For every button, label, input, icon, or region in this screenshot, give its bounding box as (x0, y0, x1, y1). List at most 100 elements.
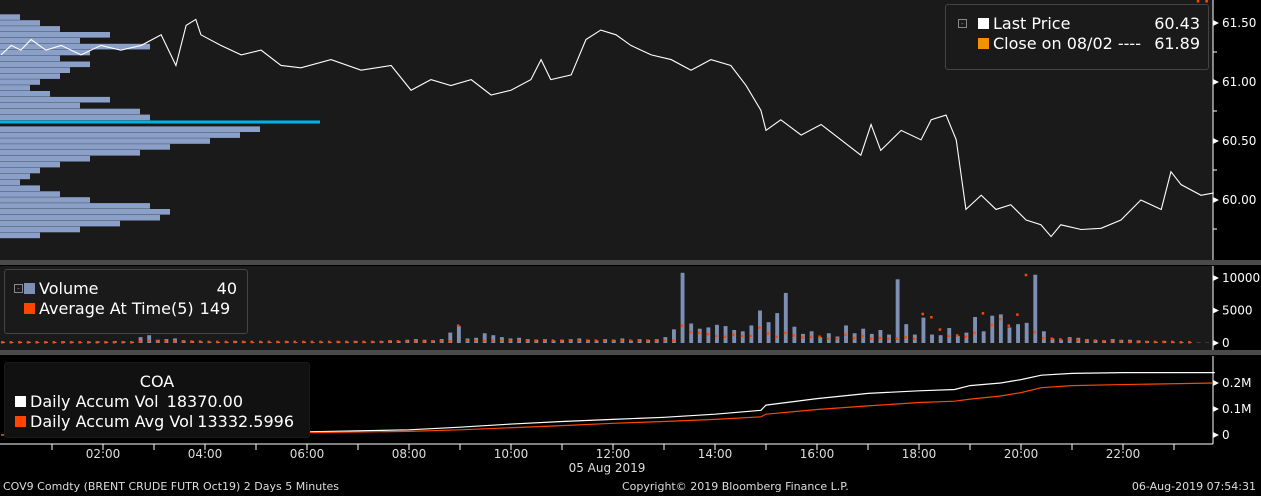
avg-at-time-dot (577, 339, 580, 342)
price-tick-label: 61.50 (1222, 16, 1256, 30)
volume-tick-label: 0 (1222, 336, 1230, 350)
last-price-value: 60.43 (1154, 13, 1200, 33)
avg-at-time-dot (1145, 340, 1148, 344)
avg-at-time-dot (302, 340, 305, 344)
avg-label: Average At Time(5) (39, 298, 194, 318)
avg-at-time-dot (155, 340, 159, 343)
avg-at-time-dot (69, 341, 73, 344)
volume-profile-bar (0, 214, 160, 221)
avg-at-time-dot (1196, 0, 1200, 3)
tick-arrow (1213, 380, 1219, 386)
avg-at-time-dot (310, 340, 314, 344)
avg-at-time-dot (362, 340, 365, 344)
avg-at-time-dot (792, 334, 795, 337)
volume-profile-bar (0, 185, 40, 191)
avg-at-time-dot (1024, 273, 1028, 277)
volume-bar (921, 317, 926, 343)
time-tick-label: 20:00 (1004, 447, 1039, 461)
avg-at-time-dot (852, 336, 856, 340)
footer-security: COV9 Comdty (BRENT CRUDE FUTR Oct19) 2 D… (3, 480, 340, 493)
volume-bar (981, 331, 986, 343)
footer-copyright: Copyright© 2019 Bloomberg Finance L.P. (622, 480, 849, 493)
panel-divider[interactable] (0, 350, 1261, 355)
avg-at-time-dot (740, 334, 744, 338)
tick-arrow (1213, 138, 1219, 144)
avg-at-time-dot (835, 337, 838, 340)
volume-profile-bar (0, 203, 150, 209)
avg-at-time-dot (9, 341, 13, 344)
avg-at-time-dot (869, 337, 873, 340)
time-tick-label: 10:00 (494, 447, 529, 461)
collapse-icon[interactable]: - (958, 19, 967, 28)
avg-at-time-dot (801, 336, 804, 339)
avg-at-time-dot (689, 330, 692, 334)
accum-tick-label: 0.1M (1222, 402, 1251, 416)
avg-at-time-dot (1050, 337, 1054, 340)
avg-at-time-dot (104, 341, 107, 344)
volume-profile-bar (0, 96, 110, 103)
volume-bar (749, 325, 754, 343)
avg-at-time-dot (327, 340, 331, 344)
volume-profile-bar (0, 37, 80, 44)
collapse-icon[interactable]: - (14, 284, 23, 293)
avg-at-time-dot (930, 316, 933, 319)
avg-at-time-dot (947, 334, 950, 338)
time-tick-label: 08:00 (392, 447, 427, 461)
avg-at-time-dot (723, 335, 727, 338)
volume-bar (878, 330, 883, 343)
avg-at-time-dot (198, 340, 202, 343)
volume-profile-bar (0, 150, 140, 156)
volume-profile-bar (0, 91, 50, 97)
avg-at-time-dot (732, 333, 735, 337)
accum-tick-label: 0 (1222, 428, 1230, 442)
price-legend: Last Price 60.43 Close on 08/02 ---- 61.8… (945, 4, 1209, 70)
volume-bar (1007, 327, 1012, 343)
accum-avg-label: Daily Accum Avg Vol (30, 411, 194, 431)
avg-at-time-dot (758, 326, 761, 329)
avg-at-time-dot (1110, 340, 1114, 343)
volume-profile-bar (0, 14, 20, 20)
volume-profile-bar (0, 161, 60, 168)
avg-at-time-dot (981, 312, 985, 315)
avg-at-time-dot (138, 340, 142, 343)
time-tick-label: 22:00 (1106, 447, 1141, 461)
avg-at-time-dot (293, 340, 296, 344)
avg-at-time-dot (1127, 340, 1131, 344)
avg-at-time-dot (629, 339, 632, 342)
avg-at-time-dot (568, 339, 572, 342)
avg-at-time-dot (422, 340, 426, 343)
avg-at-time-dot (121, 341, 124, 344)
accum-value: 18370.00 (166, 391, 243, 411)
avg-at-time-dot (1059, 338, 1062, 341)
time-tick-label: 16:00 (800, 447, 835, 461)
avg-at-time-dot (955, 334, 959, 337)
avg-at-time-dot (78, 341, 81, 344)
avg-at-time-dot (1102, 340, 1105, 343)
volume-profile-bar (0, 61, 90, 68)
avg-at-time-dot (663, 339, 666, 342)
avg-at-time-dot (1007, 324, 1011, 327)
avg-at-time-dot (499, 339, 503, 342)
volume-bar (818, 337, 823, 343)
volume-profile-bar (0, 226, 80, 233)
avg-at-time-dot (44, 341, 47, 344)
time-tick-label: 14:00 (698, 447, 733, 461)
avg-at-time-dot (783, 331, 787, 335)
avg-at-time-dot (938, 328, 942, 331)
avg-at-time-dot (207, 340, 210, 344)
avg-at-time-dot (904, 336, 907, 339)
tick-arrow (1213, 275, 1219, 281)
avg-at-time-dot (233, 340, 236, 344)
avg-at-time-dot (895, 337, 899, 340)
avg-at-time-dot (388, 340, 391, 343)
time-tick-label: 18:00 (902, 447, 937, 461)
avg-at-time-dot (646, 339, 649, 342)
avg-at-time-dot (861, 334, 864, 338)
panel-divider[interactable] (0, 260, 1261, 265)
volume-bar (775, 313, 780, 343)
tick-arrow (1213, 197, 1219, 203)
avg-at-time-dot (560, 339, 563, 342)
volume-tick-label: 10000 (1222, 271, 1260, 285)
volume-profile-bar (0, 197, 90, 203)
tick-arrow (1213, 432, 1219, 438)
